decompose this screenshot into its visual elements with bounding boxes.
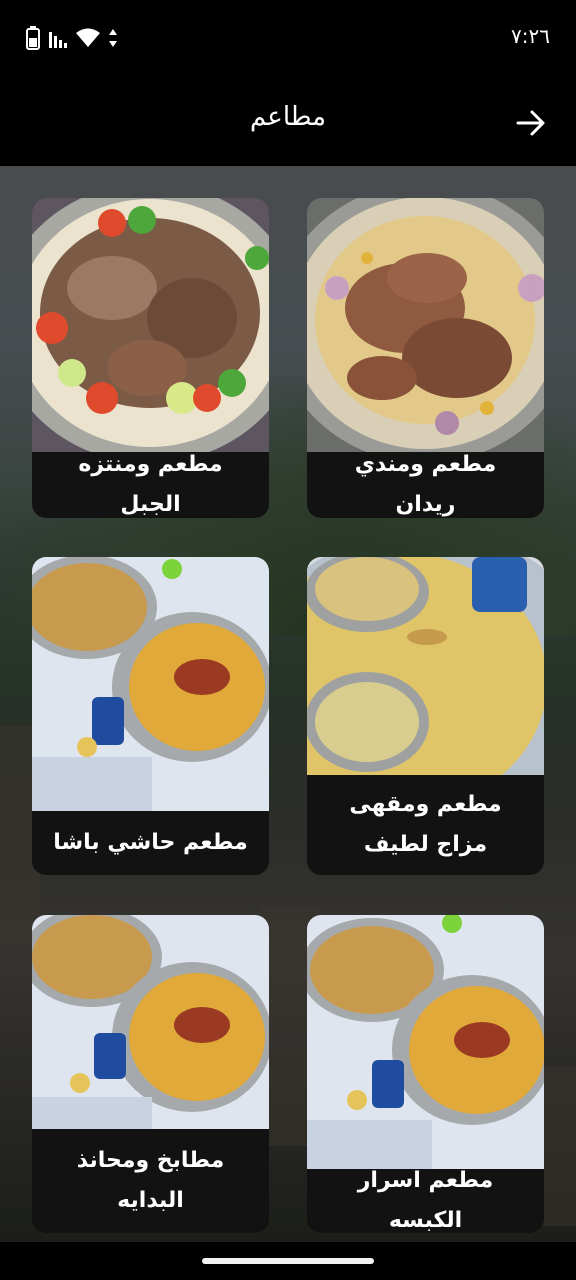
food-image <box>32 915 269 1129</box>
data-arrows-icon <box>109 29 117 47</box>
food-image <box>307 198 544 452</box>
page-title: مطاعم <box>250 102 326 132</box>
home-gesture-handle[interactable] <box>202 1258 374 1264</box>
status-time: ٧:٢٦ <box>511 24 550 48</box>
restaurant-card[interactable]: مطابخ ومحانذ البدايه <box>32 915 269 1233</box>
food-image <box>32 557 269 811</box>
restaurant-name: مطعم ومندي ريدان <box>354 452 497 517</box>
battery-icon <box>26 26 40 50</box>
background-building <box>540 1066 576 1226</box>
restaurant-name: مطابخ ومحانذ البدايه <box>76 1148 225 1213</box>
restaurant-card[interactable]: مطعم ومنتزه الجبل <box>32 198 269 518</box>
arrow-right-icon <box>516 110 545 136</box>
restaurant-list[interactable]: مطعم ومندي ريدان مطعم ومنتزه الجبل مطعم … <box>0 166 576 1242</box>
signal-icon <box>49 32 67 48</box>
restaurant-card[interactable]: مطعم ومقهى مزاج لطيف <box>307 557 544 875</box>
restaurant-card[interactable]: مطعم اسرار الكبسه <box>307 915 544 1233</box>
food-image <box>32 198 269 452</box>
restaurant-card[interactable]: مطعم حاشي باشا <box>32 557 269 875</box>
app-bar: مطاعم <box>0 80 576 166</box>
restaurant-card[interactable]: مطعم ومندي ريدان <box>307 198 544 518</box>
restaurant-name: مطعم ومنتزه الجبل <box>78 452 223 517</box>
restaurant-name: مطعم ومقهى مزاج لطيف <box>349 792 502 857</box>
restaurant-name: مطعم حاشي باشا <box>53 830 248 855</box>
food-image <box>307 557 544 775</box>
wifi-icon <box>76 28 100 47</box>
back-button[interactable] <box>514 106 548 140</box>
restaurant-name: مطعم اسرار الكبسه <box>357 1168 494 1233</box>
status-bar: ٧:٢٦ <box>0 0 576 80</box>
food-image <box>307 915 544 1169</box>
gesture-nav-bar <box>0 1242 576 1280</box>
status-icons <box>26 26 118 50</box>
